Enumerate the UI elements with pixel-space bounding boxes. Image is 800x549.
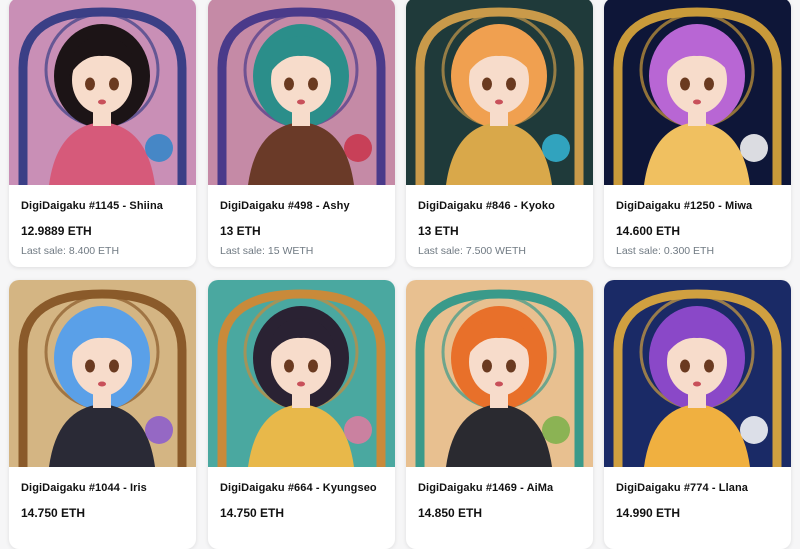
card-info: DigiDaigaku #664 - Kyungseo 14.750 ETH bbox=[208, 467, 395, 549]
left-eye bbox=[284, 359, 294, 373]
right-eye bbox=[308, 77, 318, 91]
nft-card[interactable]: DigiDaigaku #774 - Llana 14.990 ETH bbox=[604, 280, 791, 549]
nft-price: 14.600 ETH bbox=[616, 224, 681, 238]
nft-image[interactable] bbox=[9, 0, 196, 185]
nft-card[interactable]: DigiDaigaku #1469 - AiMa 14.850 ETH bbox=[406, 280, 593, 549]
artwork-illustration bbox=[208, 280, 395, 467]
artwork-illustration bbox=[604, 0, 791, 185]
mouth bbox=[297, 381, 305, 387]
nft-name[interactable]: DigiDaigaku #1469 - AiMa bbox=[418, 482, 581, 494]
nft-name[interactable]: DigiDaigaku #1044 - Iris bbox=[21, 482, 184, 494]
last-sale: Last sale: 0.300 ETH bbox=[616, 245, 715, 257]
card-info: DigiDaigaku #846 - Kyoko 13 ETH Last sal… bbox=[406, 185, 593, 267]
nft-price: 13 ETH bbox=[220, 224, 261, 238]
nft-name[interactable]: DigiDaigaku #774 - Llana bbox=[616, 482, 779, 494]
nft-price: 12.9889 ETH bbox=[21, 224, 92, 238]
accent-prop bbox=[145, 416, 173, 444]
artwork-illustration bbox=[406, 280, 593, 467]
nft-card[interactable]: DigiDaigaku #664 - Kyungseo 14.750 ETH bbox=[208, 280, 395, 549]
mouth bbox=[693, 381, 701, 387]
nft-name[interactable]: DigiDaigaku #498 - Ashy bbox=[220, 200, 383, 212]
right-eye bbox=[506, 359, 516, 373]
left-eye bbox=[482, 359, 492, 373]
left-eye bbox=[85, 359, 95, 373]
right-eye bbox=[109, 359, 119, 373]
last-sale: Last sale: 7.500 WETH bbox=[418, 245, 526, 257]
card-info: DigiDaigaku #498 - Ashy 13 ETH Last sale… bbox=[208, 185, 395, 267]
card-info: DigiDaigaku #1145 - Shiina 12.9889 ETH L… bbox=[9, 185, 196, 267]
accent-prop bbox=[740, 134, 768, 162]
nft-price: 14.850 ETH bbox=[418, 506, 483, 520]
nft-name[interactable]: DigiDaigaku #1250 - Miwa bbox=[616, 200, 779, 212]
right-eye bbox=[109, 77, 119, 91]
artwork-illustration bbox=[406, 0, 593, 185]
nft-price: 13 ETH bbox=[418, 224, 459, 238]
nft-image[interactable] bbox=[208, 0, 395, 185]
mouth bbox=[297, 99, 305, 105]
accent-prop bbox=[542, 416, 570, 444]
nft-image[interactable] bbox=[208, 280, 395, 467]
nft-card[interactable]: DigiDaigaku #1044 - Iris 14.750 ETH bbox=[9, 280, 196, 549]
left-eye bbox=[680, 77, 690, 91]
mouth bbox=[495, 99, 503, 105]
nft-card[interactable]: DigiDaigaku #1250 - Miwa 14.600 ETH Last… bbox=[604, 0, 791, 267]
nft-name[interactable]: DigiDaigaku #664 - Kyungseo bbox=[220, 482, 383, 494]
artwork-illustration bbox=[9, 280, 196, 467]
nft-price: 14.990 ETH bbox=[616, 506, 681, 520]
artwork-illustration bbox=[208, 0, 395, 185]
left-eye bbox=[284, 77, 294, 91]
nft-image[interactable] bbox=[406, 0, 593, 185]
last-sale: Last sale: 15 WETH bbox=[220, 245, 314, 257]
right-eye bbox=[308, 359, 318, 373]
left-eye bbox=[482, 77, 492, 91]
card-info: DigiDaigaku #774 - Llana 14.990 ETH bbox=[604, 467, 791, 549]
nft-image[interactable] bbox=[9, 280, 196, 467]
artwork-illustration bbox=[9, 0, 196, 185]
accent-prop bbox=[145, 134, 173, 162]
mouth bbox=[98, 99, 106, 105]
nft-name[interactable]: DigiDaigaku #1145 - Shiina bbox=[21, 200, 184, 212]
right-eye bbox=[704, 77, 714, 91]
mouth bbox=[693, 99, 701, 105]
nft-price: 14.750 ETH bbox=[220, 506, 285, 520]
nft-image[interactable] bbox=[604, 0, 791, 185]
card-info: DigiDaigaku #1044 - Iris 14.750 ETH bbox=[9, 467, 196, 549]
artwork-illustration bbox=[604, 280, 791, 467]
nft-price: 14.750 ETH bbox=[21, 506, 86, 520]
nft-card[interactable]: DigiDaigaku #498 - Ashy 13 ETH Last sale… bbox=[208, 0, 395, 267]
left-eye bbox=[85, 77, 95, 91]
accent-prop bbox=[344, 134, 372, 162]
right-eye bbox=[506, 77, 516, 91]
nft-image[interactable] bbox=[406, 280, 593, 467]
nft-image[interactable] bbox=[604, 280, 791, 467]
card-info: DigiDaigaku #1469 - AiMa 14.850 ETH bbox=[406, 467, 593, 549]
card-info: DigiDaigaku #1250 - Miwa 14.600 ETH Last… bbox=[604, 185, 791, 267]
accent-prop bbox=[740, 416, 768, 444]
last-sale: Last sale: 8.400 ETH bbox=[21, 245, 120, 257]
mouth bbox=[495, 381, 503, 387]
nft-card[interactable]: DigiDaigaku #846 - Kyoko 13 ETH Last sal… bbox=[406, 0, 593, 267]
right-eye bbox=[704, 359, 714, 373]
nft-card[interactable]: DigiDaigaku #1145 - Shiina 12.9889 ETH L… bbox=[9, 0, 196, 267]
nft-grid: DigiDaigaku #1145 - Shiina 12.9889 ETH L… bbox=[0, 0, 800, 549]
nft-name[interactable]: DigiDaigaku #846 - Kyoko bbox=[418, 200, 581, 212]
accent-prop bbox=[542, 134, 570, 162]
left-eye bbox=[680, 359, 690, 373]
accent-prop bbox=[344, 416, 372, 444]
mouth bbox=[98, 381, 106, 387]
